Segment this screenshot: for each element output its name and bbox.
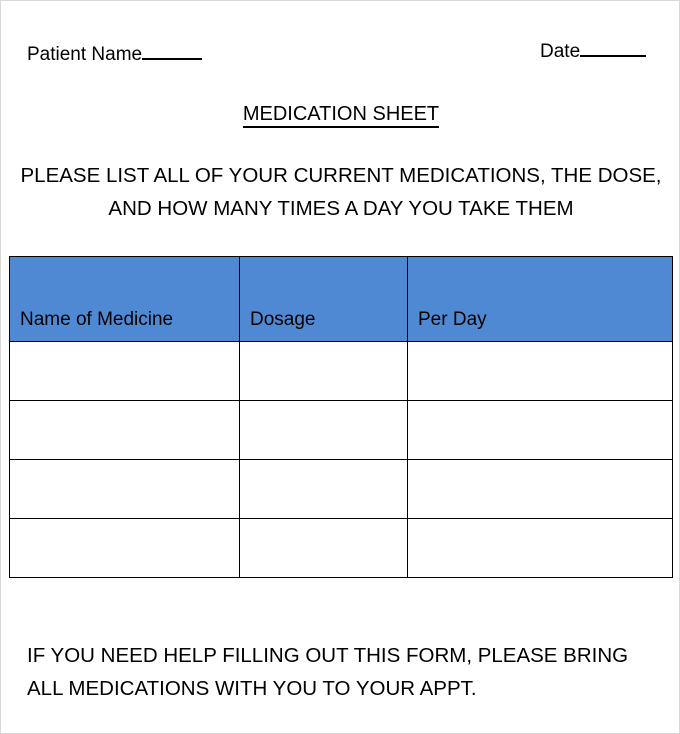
table-row — [9, 341, 673, 401]
cell-dosage[interactable] — [239, 459, 408, 519]
header-fields-row: Patient Name Date — [1, 40, 679, 73]
column-header-dosage: Dosage — [239, 256, 408, 342]
cell-dosage[interactable] — [239, 341, 408, 401]
date-blank[interactable] — [580, 55, 647, 57]
column-header-name-of-medicine: Name of Medicine — [9, 256, 240, 342]
document-title: MEDICATION SHEET — [1, 101, 679, 128]
medication-table-header: Name of Medicine Dosage Per Day — [9, 256, 673, 342]
cell-per-day[interactable] — [407, 341, 673, 401]
cell-name-of-medicine[interactable] — [9, 459, 240, 519]
footer-note: IF YOU NEED HELP FILLING OUT THIS FORM, … — [27, 639, 672, 705]
cell-per-day[interactable] — [407, 518, 673, 578]
table-row — [9, 459, 673, 519]
patient-name-field[interactable]: Patient Name — [27, 43, 203, 67]
footer-note-line-2: ALL MEDICATIONS WITH YOU TO YOUR APPT. — [27, 677, 477, 700]
patient-name-blank[interactable] — [142, 58, 203, 60]
instructions-block: PLEASE LIST ALL OF YOUR CURRENT MEDICATI… — [17, 159, 665, 225]
table-row — [9, 400, 673, 460]
cell-dosage[interactable] — [239, 518, 408, 578]
document-title-text: MEDICATION SHEET — [242, 103, 440, 128]
footer-note-line-1: IF YOU NEED HELP FILLING OUT THIS FORM, … — [27, 644, 629, 667]
cell-per-day[interactable] — [407, 459, 673, 519]
medication-table-body — [9, 341, 673, 578]
instructions-line-1: PLEASE LIST ALL OF YOUR CURRENT MEDICATI… — [20, 164, 593, 187]
cell-name-of-medicine[interactable] — [9, 518, 240, 578]
cell-name-of-medicine[interactable] — [9, 400, 240, 460]
date-label: Date — [540, 41, 581, 62]
patient-name-label: Patient Name — [27, 44, 143, 65]
table-row — [9, 518, 673, 578]
cell-dosage[interactable] — [239, 400, 408, 460]
date-field[interactable]: Date — [540, 40, 647, 64]
column-header-per-day: Per Day — [407, 256, 673, 342]
medication-table: Name of Medicine Dosage Per Day — [9, 256, 673, 578]
table-header-row: Name of Medicine Dosage Per Day — [9, 256, 673, 342]
cell-per-day[interactable] — [407, 400, 673, 460]
cell-name-of-medicine[interactable] — [9, 341, 240, 401]
medication-sheet-page: Patient Name Date MEDICATION SHEET PLEAS… — [0, 0, 680, 734]
